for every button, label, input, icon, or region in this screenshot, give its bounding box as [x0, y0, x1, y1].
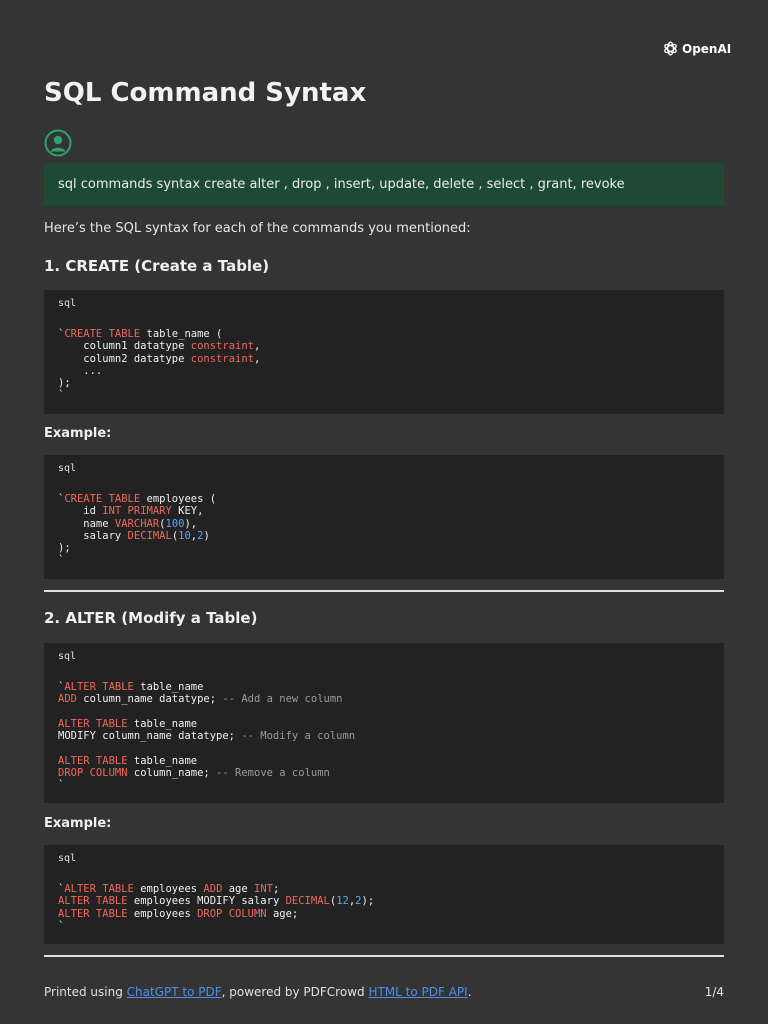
- footer-prefix: Printed using: [44, 985, 127, 999]
- code-text: MODIFY column_name datatype;: [58, 730, 242, 743]
- user-avatar-icon: [44, 129, 72, 157]
- html-to-pdf-api-link[interactable]: HTML to PDF API: [368, 985, 467, 999]
- code-keyword: ALTER TABLE: [58, 717, 128, 730]
- code-text: employees MODIFY salary: [127, 895, 286, 908]
- code-text: `: [58, 554, 65, 567]
- code-number: 10: [178, 529, 191, 542]
- code-text: );: [58, 542, 71, 555]
- example-label: Example:: [44, 426, 112, 441]
- code-keyword: CREATE TABLE: [64, 328, 141, 340]
- code-text: name: [58, 517, 115, 530]
- code-text: age;: [266, 907, 299, 920]
- page-number: 1/4: [704, 985, 724, 999]
- code-number: 100: [165, 517, 185, 530]
- code-text: `: [58, 919, 65, 932]
- code-language-label: sql: [58, 463, 77, 474]
- code-keyword: ALTER TABLE: [58, 907, 128, 920]
- code-comment: -- Modify a column: [241, 730, 356, 743]
- code-text: employees (: [140, 493, 217, 505]
- code-text: table_name: [127, 717, 198, 730]
- user-message-text: sql commands syntax create alter , drop …: [58, 177, 625, 192]
- openai-icon: [664, 41, 677, 56]
- code-text: ;: [272, 883, 280, 895]
- code-keyword: DROP COLUMN: [197, 907, 267, 920]
- section-divider: [44, 955, 724, 957]
- code-body: ` CREATE TABLE employees ( id INT PRIMARY…: [58, 493, 710, 567]
- page-title: SQL Command Syntax: [44, 78, 367, 108]
- code-text: `: [58, 389, 65, 402]
- code-keyword: constraint: [190, 340, 254, 353]
- code-comment: -- Remove a column: [216, 767, 330, 780]
- code-text: ,: [253, 352, 261, 365]
- code-keyword: DROP COLUMN: [58, 767, 128, 780]
- code-body: `ALTER TABLE employees ADD age INT; ALTE…: [58, 883, 710, 932]
- code-text: table_name: [127, 754, 198, 767]
- code-block-alter-example: sql `ALTER TABLE employees ADD age INT; …: [44, 845, 724, 944]
- code-text: KEY,: [171, 505, 204, 518]
- code-body: ` ALTER TABLE table_name ADD column_name …: [58, 681, 710, 792]
- section-heading-alter: 2. ALTER (Modify a Table): [44, 609, 258, 627]
- code-text: ): [203, 529, 210, 542]
- code-text: column2 datatype: [58, 352, 191, 365]
- user-avatar: [44, 129, 72, 157]
- code-text: employees: [127, 907, 198, 920]
- brand-name: OpenAI: [682, 41, 732, 56]
- code-keyword: constraint: [190, 352, 254, 365]
- code-keyword: ALTER TABLE: [64, 883, 134, 895]
- code-text: salary: [58, 529, 128, 542]
- code-keyword: DECIMAL: [127, 529, 172, 542]
- code-keyword: INT: [254, 883, 273, 895]
- code-text: ...: [58, 364, 103, 377]
- code-keyword: ADD: [58, 693, 77, 706]
- code-keyword: ALTER TABLE: [58, 895, 128, 908]
- code-keyword: ADD: [203, 883, 223, 895]
- code-keyword: DECIMAL: [285, 895, 330, 908]
- code-comment: -- Add a new column: [222, 693, 343, 706]
- code-keyword: ALTER TABLE: [64, 681, 134, 693]
- code-keyword: CREATE TABLE: [64, 493, 141, 505]
- code-keyword: ALTER TABLE: [58, 754, 128, 767]
- code-text: column1 datatype: [58, 340, 191, 353]
- footer-middle: , powered by PDFCrowd: [221, 985, 369, 999]
- code-text: `: [58, 779, 65, 792]
- code-block-create-example: sql ` CREATE TABLE employees ( id INT PRI…: [44, 455, 724, 579]
- code-text: ),: [184, 517, 198, 530]
- footer-credit: Printed using ChatGPT to PDF, powered by…: [44, 985, 472, 999]
- code-text: );: [361, 895, 375, 908]
- code-text: column_name datatype;: [76, 693, 223, 706]
- code-text: );: [58, 377, 71, 390]
- code-block-alter-syntax: sql ` ALTER TABLE table_name ADD column_n…: [44, 643, 724, 803]
- code-text: table_name: [133, 681, 204, 693]
- code-language-label: sql: [58, 651, 77, 662]
- code-language-label: sql: [58, 298, 77, 309]
- intro-text: Here’s the SQL syntax for each of the co…: [44, 221, 471, 236]
- chatgpt-to-pdf-link[interactable]: ChatGPT to PDF: [127, 985, 222, 999]
- code-body: ` CREATE TABLE table_name ( column1 datat…: [58, 328, 710, 402]
- code-block-create-syntax: sql ` CREATE TABLE table_name ( column1 d…: [44, 290, 724, 414]
- section-heading-create: 1. CREATE (Create a Table): [44, 257, 270, 275]
- footer-suffix: .: [467, 985, 472, 999]
- code-text: table_name (: [140, 328, 223, 340]
- code-text: age: [222, 883, 254, 895]
- code-number: 12: [336, 895, 349, 908]
- code-text: ,: [253, 340, 261, 353]
- openai-logo: OpenAI: [662, 40, 731, 57]
- code-keyword: VARCHAR: [114, 517, 160, 530]
- code-text: column_name;: [127, 767, 217, 780]
- section-divider: [44, 590, 724, 592]
- example-label: Example:: [44, 816, 112, 831]
- code-language-label: sql: [58, 853, 77, 864]
- code-keyword: INT PRIMARY: [102, 505, 172, 518]
- code-text: id: [58, 505, 103, 518]
- page-footer: Printed using ChatGPT to PDF, powered by…: [44, 985, 724, 999]
- code-text: employees: [133, 883, 204, 895]
- user-message: sql commands syntax create alter , drop …: [44, 163, 724, 206]
